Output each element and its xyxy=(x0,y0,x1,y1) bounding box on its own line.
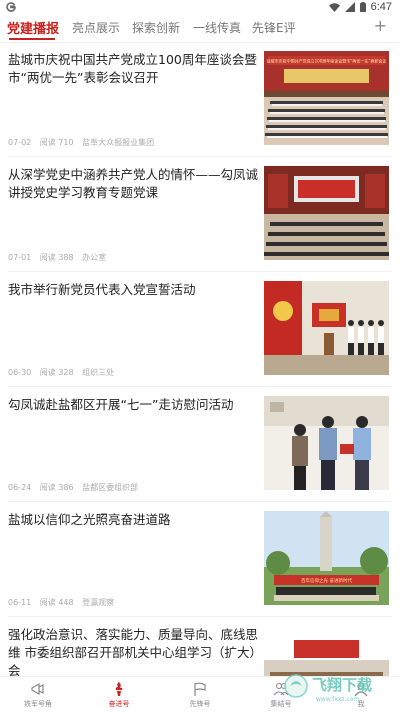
nav-tiejun-haojiao[interactable]: 铁军号角 xyxy=(13,681,63,709)
tab-tansuo-chuangxin[interactable]: 探索创新 xyxy=(132,19,180,36)
news-reads: 阅读 386 xyxy=(39,483,74,492)
item-divider xyxy=(8,156,392,157)
item-divider xyxy=(8,616,392,617)
watermark-text: 飞翔下载 xyxy=(312,676,372,694)
news-meta: 06-11 阅读 448 登瀛观察 xyxy=(8,597,120,608)
news-date: 06-24 xyxy=(8,483,32,492)
horn-icon xyxy=(31,682,44,696)
google-icon xyxy=(6,2,16,12)
tab-dangjian-bobao[interactable]: 党建播报 xyxy=(7,18,59,37)
tab-xianfeng-eping[interactable]: 先锋E评 xyxy=(252,19,296,36)
oath-ceremony-photo xyxy=(264,281,389,375)
news-meta: 07-01 阅读 388 办公室 xyxy=(8,252,112,263)
tab-yixian-chuanzhen[interactable]: 一线传真 xyxy=(193,19,241,36)
news-thumbnail xyxy=(264,166,389,260)
active-tab-indicator xyxy=(9,38,55,40)
wifi-icon xyxy=(328,2,340,12)
news-item[interactable]: 勾凤诚赴盐都区开展“七一”走访慰问活动 06-24 阅读 386 盐都区委组织部 xyxy=(0,388,400,502)
news-date: 07-01 xyxy=(8,253,32,262)
news-source: 盐阜大众报报业集团 xyxy=(82,138,155,147)
item-divider xyxy=(8,386,392,387)
news-thumbnail xyxy=(264,281,389,375)
news-date: 06-11 xyxy=(8,598,32,607)
news-meta: 06-30 阅读 328 组织三处 xyxy=(8,367,120,378)
news-source: 组织三处 xyxy=(82,368,115,377)
news-date: 06-30 xyxy=(8,368,32,377)
news-source: 办公室 xyxy=(82,253,107,262)
add-tab-button[interactable]: + xyxy=(374,18,387,34)
news-reads: 阅读 388 xyxy=(39,253,74,262)
news-item[interactable]: 盐城以信仰之光照亮奋进道路 06-11 阅读 448 登瀛观察 百年信仰之光 奋… xyxy=(0,503,400,617)
news-reads: 阅读 448 xyxy=(39,598,74,607)
monument-photo: 百年信仰之光 奋进新时代 xyxy=(264,511,389,605)
nav-label: 铁军号角 xyxy=(24,700,52,708)
news-date: 07-02 xyxy=(8,138,32,147)
watermark-url: www.fxxz.com xyxy=(316,696,359,703)
news-meta: 07-02 阅读 710 盐阜大众报报业集团 xyxy=(8,137,160,148)
news-title: 勾凤诚赴盐都区开展“七一”走访慰问活动 xyxy=(8,397,234,412)
banner-text: 盐城市庆祝中国共产党成立100周年座谈会暨市“两优一先”表彰会议 xyxy=(267,58,387,64)
meeting-hall-photo: 盐城市庆祝中国共产党成立100周年座谈会暨市“两优一先”表彰会议 xyxy=(264,51,389,145)
clock-time: 6:47 xyxy=(370,1,392,13)
flag-icon xyxy=(194,682,206,696)
news-title: 从深学党史中涵养共产党人的情怀——勾凤诚讲授党史学习教育专题党课 xyxy=(8,167,259,200)
signal-icon xyxy=(344,2,355,12)
news-title: 盐城市庆祝中国共产党成立100周年座谈会暨市“两优一先”表彰会议召开 xyxy=(8,52,257,85)
tab-liangdian-zhanshi[interactable]: 亮点展示 xyxy=(72,19,120,36)
item-divider xyxy=(8,271,392,272)
news-source: 盐都区委组织部 xyxy=(82,483,139,492)
nav-label: 先锋号 xyxy=(189,700,211,708)
news-thumbnail: 百年信仰之光 奋进新时代 xyxy=(264,511,389,605)
news-source: 登瀛观察 xyxy=(82,598,115,607)
status-bar: 6:47 xyxy=(0,0,400,14)
item-divider xyxy=(8,501,392,502)
news-title: 我市举行新党员代表入党宣誓活动 xyxy=(8,282,196,297)
news-item[interactable]: 从深学党史中涵养共产党人的情怀——勾凤诚讲授党史学习教育专题党课 07-01 阅… xyxy=(0,158,400,272)
nav-fenjin-hao[interactable]: 奋进号 xyxy=(94,681,144,709)
news-title: 盐城以信仰之光照亮奋进道路 xyxy=(8,512,171,527)
visit-photo xyxy=(264,396,389,490)
news-title: 强化政治意识、落实能力、质量导向、底线思维 市委组织部召开部机关中心组学习（扩大… xyxy=(8,627,259,678)
battery-icon xyxy=(359,2,366,12)
news-item[interactable]: 盐城市庆祝中国共产党成立100周年座谈会暨市“两优一先”表彰会议召开 07-02… xyxy=(0,43,400,157)
news-reads: 阅读 328 xyxy=(39,368,74,377)
banner-text: 百年信仰之光 奋进新时代 xyxy=(301,577,352,584)
news-thumbnail: 盐城市庆祝中国共产党成立100周年座谈会暨市“两优一先”表彰会议 xyxy=(264,51,389,145)
news-item[interactable]: 我市举行新党员代表入党宣誓活动 06-30 阅读 328 组织三处 xyxy=(0,273,400,387)
category-tabs: 党建播报 亮点展示 探索创新 一线传真 先锋E评 + xyxy=(0,16,400,42)
watermark-logo: 飞翔下载 www.fxxz.com xyxy=(284,674,372,703)
lecture-hall-photo xyxy=(264,166,389,260)
news-thumbnail xyxy=(264,396,389,490)
nav-label: 奋进号 xyxy=(108,700,130,708)
torch-icon xyxy=(115,682,123,696)
nav-xianfeng-hao[interactable]: 先锋号 xyxy=(175,681,225,709)
news-reads: 阅读 710 xyxy=(39,138,74,147)
news-meta: 06-24 阅读 386 盐都区委组织部 xyxy=(8,482,144,493)
